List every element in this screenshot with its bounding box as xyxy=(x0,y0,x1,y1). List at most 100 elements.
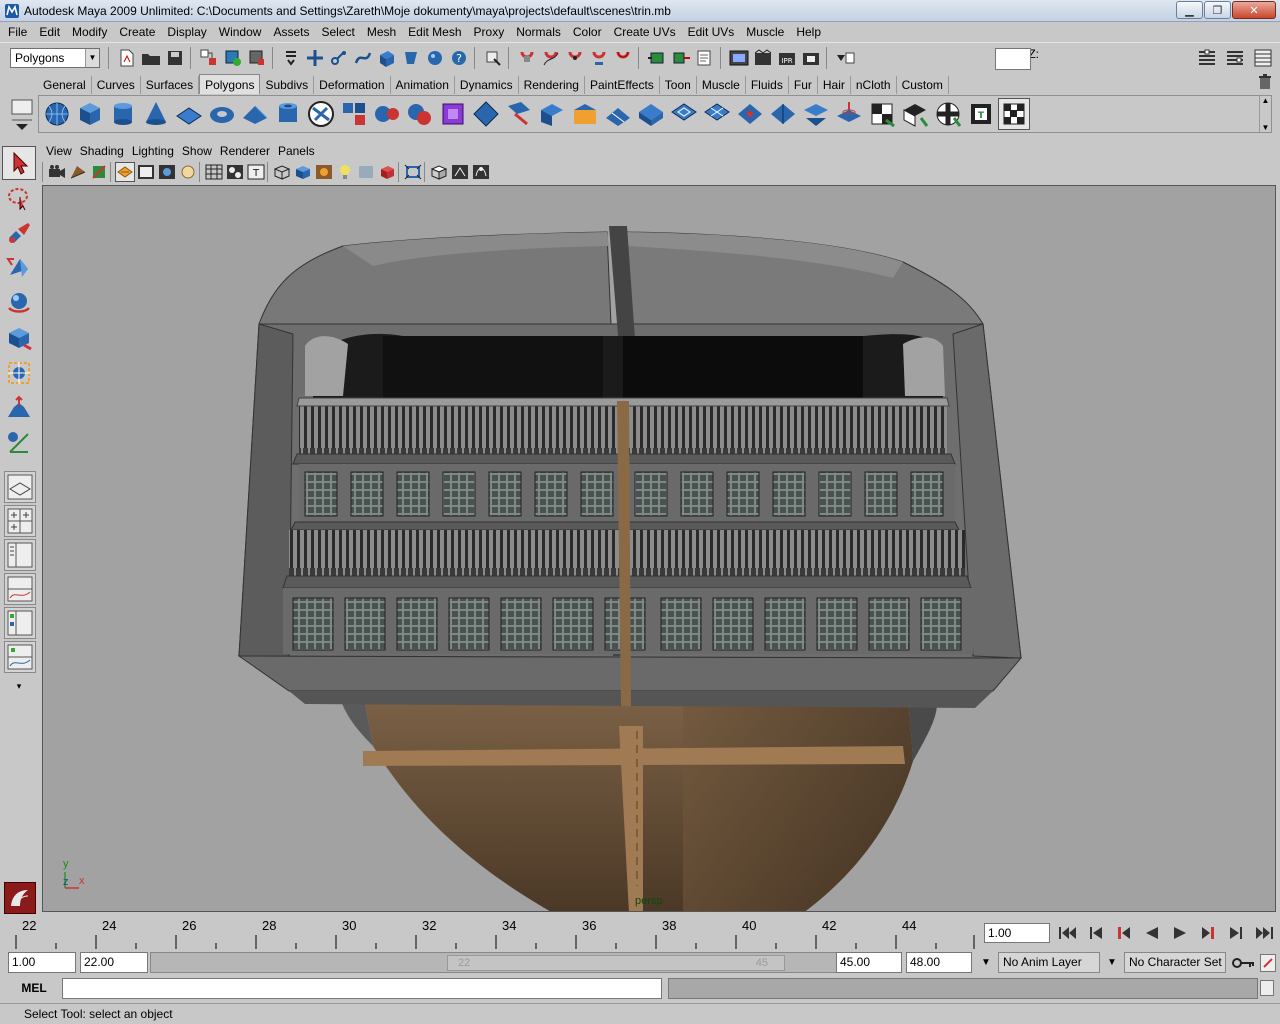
panel-menu-panels[interactable]: Panels xyxy=(274,144,319,158)
new-scene-icon[interactable] xyxy=(116,47,138,69)
append-polygon-icon[interactable] xyxy=(569,98,601,130)
use-default-light-icon[interactable] xyxy=(335,162,355,182)
shelf-menu-icon[interactable] xyxy=(8,96,36,138)
persp-graph-layout-icon[interactable] xyxy=(4,573,36,605)
chevron-down-icon[interactable]: ▼ xyxy=(978,955,994,969)
four-view-layout-icon[interactable] xyxy=(4,505,36,537)
output-connections-icon[interactable] xyxy=(670,47,692,69)
close-button[interactable]: ✕ xyxy=(1232,1,1276,19)
collapse-icon[interactable] xyxy=(767,98,799,130)
split-polygon-icon[interactable] xyxy=(602,98,634,130)
menu-display[interactable]: Display xyxy=(161,22,212,42)
animation-preferences-icon[interactable] xyxy=(1260,954,1276,972)
checker-uv-icon-4[interactable]: T xyxy=(965,98,997,130)
layout-menu-chevron-icon[interactable]: ▾ xyxy=(2,675,36,697)
step-back-key-icon[interactable] xyxy=(1112,921,1136,945)
scroll-up-icon[interactable]: ▲ xyxy=(1262,96,1270,105)
select-misc-icon[interactable]: ? xyxy=(448,47,470,69)
anim-layer-dropdown[interactable]: No Anim Layer xyxy=(998,952,1100,973)
perspective-viewport[interactable]: y z x persp xyxy=(42,185,1276,912)
checker-uv-icon-3[interactable] xyxy=(932,98,964,130)
select-joints-icon[interactable] xyxy=(328,47,350,69)
show-manipulator-tool-icon[interactable] xyxy=(2,426,36,460)
shelf-tab-hair[interactable]: Hair xyxy=(818,76,851,94)
bridge-icon[interactable] xyxy=(536,98,568,130)
minimize-button[interactable]: ▁ xyxy=(1176,1,1203,19)
shelf-scroll[interactable]: ▲ ▼ xyxy=(1259,96,1271,132)
shelf-tab-toon[interactable]: Toon xyxy=(660,76,697,94)
z-field[interactable] xyxy=(995,48,1031,70)
paint-selection-tool-icon[interactable] xyxy=(2,216,36,250)
go-to-start-icon[interactable] xyxy=(1056,921,1080,945)
snap-to-view-planes-icon[interactable] xyxy=(588,47,610,69)
poly-sphere-icon[interactable] xyxy=(41,98,73,130)
play-forwards-icon[interactable] xyxy=(1168,921,1192,945)
lasso-tool-icon[interactable] xyxy=(2,181,36,215)
wireframe-on-shaded-icon[interactable] xyxy=(272,162,292,182)
menu-edit-uvs[interactable]: Edit UVs xyxy=(682,22,741,42)
select-surfaces-icon[interactable] xyxy=(376,47,398,69)
show-tool-settings-icon[interactable] xyxy=(1224,47,1246,69)
smooth-shade-icon[interactable] xyxy=(225,162,245,182)
bookmarks-icon[interactable] xyxy=(89,162,109,182)
shelf-tab-subdivs[interactable]: Subdivs xyxy=(260,76,315,94)
shelf-tab-fur[interactable]: Fur xyxy=(789,76,818,94)
menu-color[interactable]: Color xyxy=(567,22,608,42)
boolean-icon[interactable] xyxy=(404,98,436,130)
panel-menu-renderer[interactable]: Renderer xyxy=(216,144,274,158)
merge-vertices-icon[interactable] xyxy=(734,98,766,130)
shelf-tab-custom[interactable]: Custom xyxy=(897,76,949,94)
panel-menu-show[interactable]: Show xyxy=(178,144,216,158)
go-to-end-icon[interactable] xyxy=(1252,921,1276,945)
time-slider[interactable]: 22 24 26 28 30 32 34 36 38 40 42 44 xyxy=(8,915,976,949)
select-tool-icon[interactable] xyxy=(2,146,36,180)
persp-outliner-layout-icon[interactable] xyxy=(4,539,36,571)
shelf-tab-fluids[interactable]: Fluids xyxy=(746,76,789,94)
playback-start-field[interactable]: 22.00 xyxy=(80,952,148,973)
menu-modify[interactable]: Modify xyxy=(66,22,113,42)
shelf-tab-general[interactable]: General xyxy=(38,76,92,94)
show-channel-box-icon[interactable] xyxy=(1252,47,1274,69)
shelf-tab-surfaces[interactable]: Surfaces xyxy=(141,76,200,94)
set-key-icon[interactable] xyxy=(1232,954,1256,972)
poly-cube-icon[interactable] xyxy=(74,98,106,130)
select-deformations-icon[interactable] xyxy=(400,47,422,69)
menu-help[interactable]: Help xyxy=(790,22,827,42)
poly-cone-icon[interactable] xyxy=(140,98,172,130)
snap-to-curves-icon[interactable] xyxy=(540,47,562,69)
make-live-icon[interactable] xyxy=(612,47,634,69)
checker-uv-icon-1[interactable] xyxy=(866,98,898,130)
add-divisions-icon[interactable] xyxy=(701,98,733,130)
step-back-frame-icon[interactable] xyxy=(1084,921,1108,945)
current-frame-field[interactable]: 1.00 xyxy=(984,923,1050,943)
film-gate-icon[interactable] xyxy=(178,162,198,182)
single-perspective-layout-icon[interactable] xyxy=(4,471,36,503)
range-slider-track[interactable]: 22 45 xyxy=(150,952,838,973)
camera-icon[interactable] xyxy=(47,162,67,182)
scroll-down-icon[interactable]: ▼ xyxy=(1262,123,1270,132)
trash-icon[interactable] xyxy=(1258,74,1272,90)
lock-selection-icon[interactable] xyxy=(482,47,504,69)
play-backwards-icon[interactable] xyxy=(1140,921,1164,945)
select-by-hierarchy-icon[interactable] xyxy=(198,47,220,69)
move-tool-icon[interactable] xyxy=(2,251,36,285)
extrude-icon[interactable] xyxy=(503,98,535,130)
poly-platonic-icon[interactable] xyxy=(305,98,337,130)
snap-to-points-icon[interactable] xyxy=(564,47,586,69)
step-forward-key-icon[interactable] xyxy=(1196,921,1220,945)
select-dynamics-icon[interactable] xyxy=(424,47,446,69)
image-plane-icon[interactable] xyxy=(157,162,177,182)
poly-pipe-icon[interactable] xyxy=(272,98,304,130)
shelf-tab-curves[interactable]: Curves xyxy=(92,76,141,94)
smooth-icon[interactable] xyxy=(437,98,469,130)
open-scene-icon[interactable] xyxy=(140,47,162,69)
input-mode-dropdown-icon[interactable] xyxy=(834,47,856,69)
shelf-tab-animation[interactable]: Animation xyxy=(391,76,455,94)
xray-icon[interactable] xyxy=(429,162,449,182)
camera-attributes-icon[interactable] xyxy=(68,162,88,182)
hypershade-layout-icon[interactable] xyxy=(4,607,36,639)
shelf-tab-painteffects[interactable]: PaintEffects xyxy=(585,76,660,94)
menu-assets[interactable]: Assets xyxy=(267,22,315,42)
input-connections-icon[interactable] xyxy=(646,47,668,69)
select-by-component-icon[interactable] xyxy=(246,47,268,69)
